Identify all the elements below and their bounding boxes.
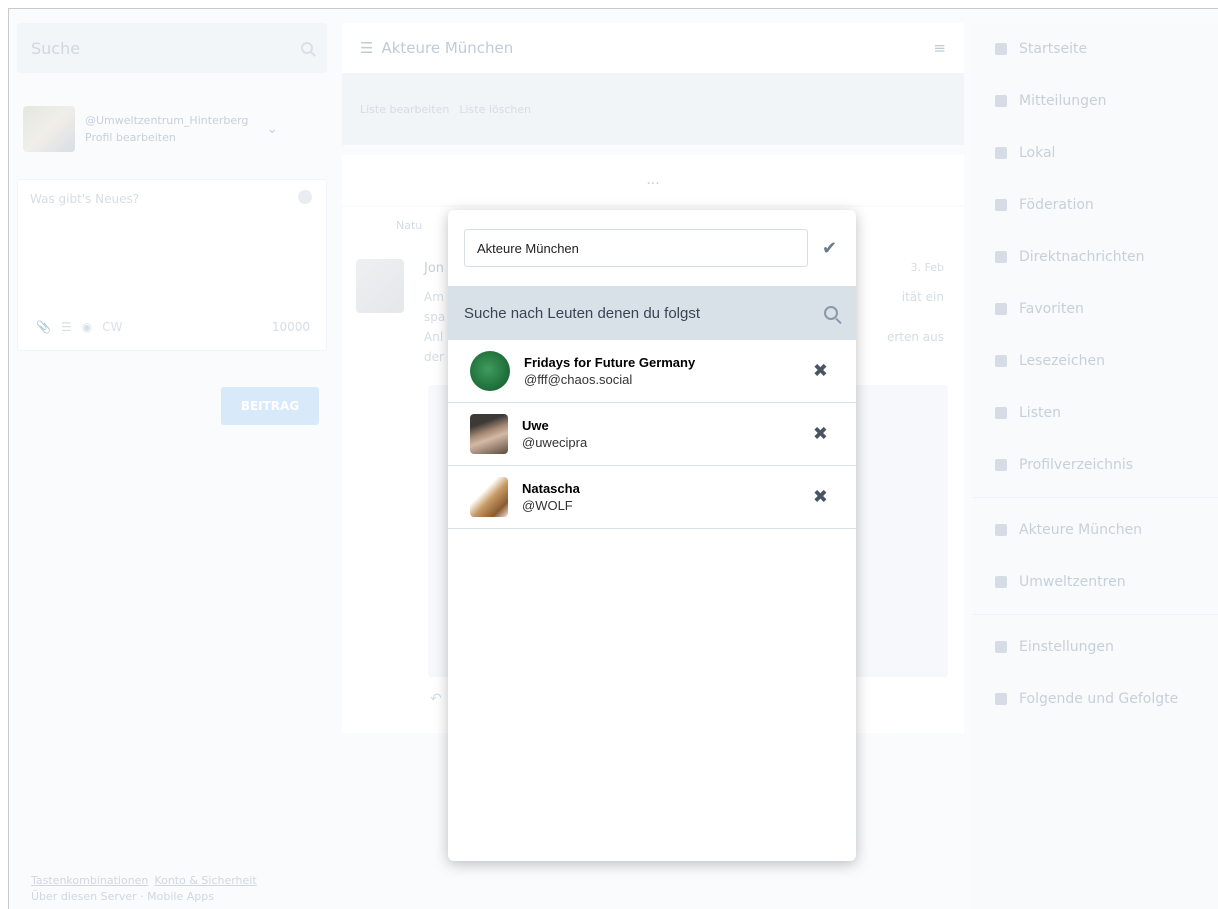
remove-icon[interactable]: ✖ (813, 487, 828, 508)
search-icon (824, 306, 838, 320)
account-search-bar[interactable]: Suche nach Leuten denen du folgst (448, 286, 856, 340)
list-editor-modal: Akteure München ✔ Suche nach Leuten dene… (448, 210, 856, 861)
account-display-name[interactable]: Uwe (522, 417, 587, 434)
list-item: Fridays for Future Germany @fff@chaos.so… (448, 340, 856, 403)
list-item: Uwe @uwecipra ✖ (448, 403, 856, 466)
account-display-name[interactable]: Fridays for Future Germany (524, 354, 695, 371)
remove-icon[interactable]: ✖ (813, 361, 828, 382)
list-title-input[interactable]: Akteure München (464, 229, 808, 267)
account-username: @uwecipra (522, 435, 588, 450)
list-title-form: Akteure München ✔ (464, 228, 842, 268)
account-display-name[interactable]: Natascha (522, 480, 580, 497)
list-item: Natascha @WOLF ✖ (448, 466, 856, 529)
remove-icon[interactable]: ✖ (813, 424, 828, 445)
account-username: @WOLF (522, 498, 573, 513)
avatar[interactable] (470, 351, 510, 391)
account-search-input[interactable]: Suche nach Leuten denen du folgst (464, 305, 700, 322)
account-username: @fff@chaos.social (524, 372, 633, 387)
avatar[interactable] (470, 414, 508, 454)
list-members: Fridays for Future Germany @fff@chaos.so… (448, 340, 856, 529)
avatar[interactable] (470, 477, 508, 517)
check-icon[interactable]: ✔ (822, 238, 837, 259)
